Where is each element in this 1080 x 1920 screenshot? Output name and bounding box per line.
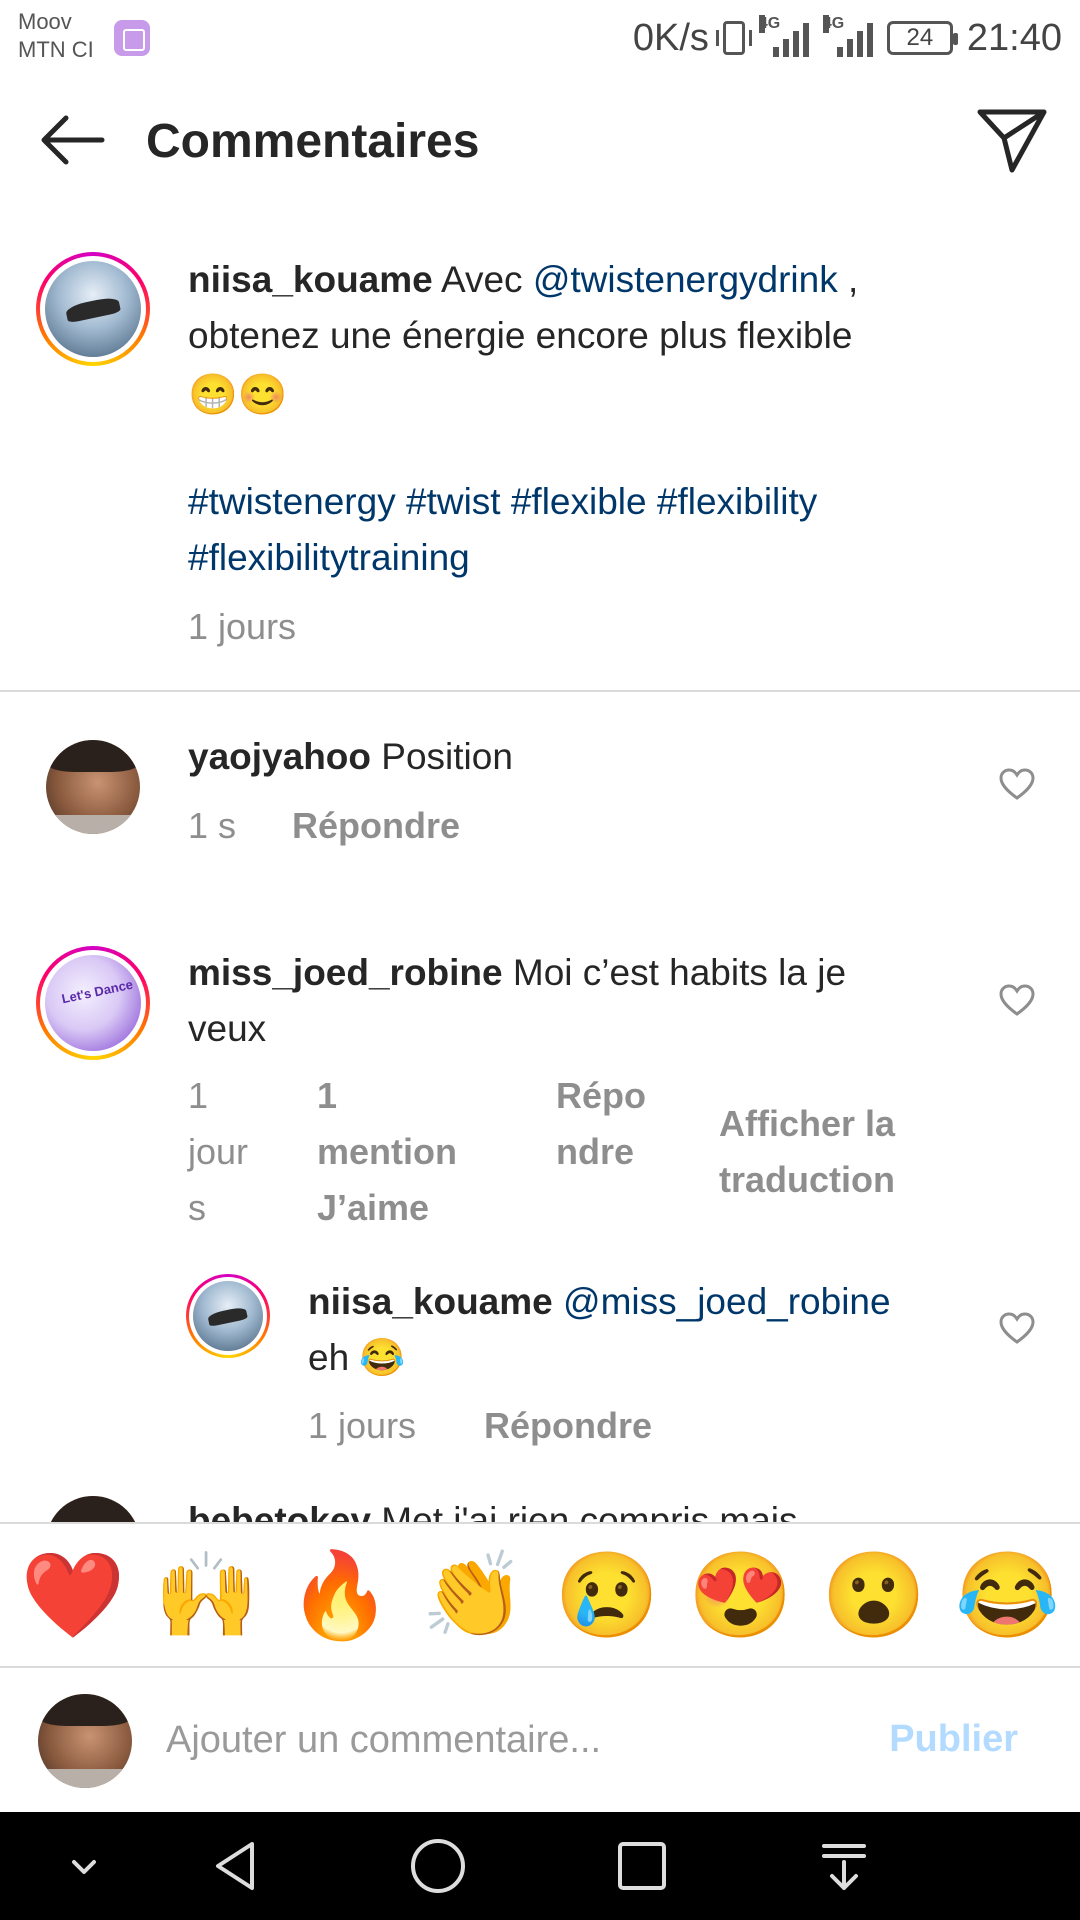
avatar[interactable]: Let's Dance: [36, 946, 150, 1060]
reply-mention[interactable]: @miss_joed_robine: [553, 1281, 891, 1322]
notification-pull-icon[interactable]: [812, 1834, 876, 1898]
emoji-raising-hands[interactable]: 🙌: [151, 1545, 261, 1645]
emoji-tears-of-joy[interactable]: 😂: [952, 1545, 1062, 1645]
reply-line: ndre: [556, 1131, 635, 1172]
status-indicators: 0K/s 4G 4G 24 21:40: [633, 14, 1062, 62]
translate-line: traduction: [719, 1159, 895, 1200]
reply-button[interactable]: Répondre: [484, 1405, 652, 1447]
like-heart-icon[interactable]: [998, 767, 1036, 801]
comment-input[interactable]: [166, 1708, 846, 1772]
status-bar: Moov MTN CI 0K/s 4G 4G 24 21:40: [0, 0, 1080, 76]
translate-line: Afficher la: [719, 1103, 896, 1144]
carrier-label: Moov MTN CI: [18, 8, 94, 64]
caption-mention[interactable]: @twistenergydrink: [533, 259, 838, 300]
post-caption: niisa_kouame Avec @twistenergydrink , ob…: [0, 226, 1080, 692]
likes-count[interactable]: 1 mention J’aime: [317, 1068, 457, 1236]
caption-text-after: ,: [837, 259, 859, 300]
reply-body: eh 😂: [308, 1337, 406, 1378]
emoji-clapping-hands[interactable]: 👏: [418, 1545, 528, 1645]
time-line: jour: [188, 1131, 249, 1172]
caption-text-before: Avec: [432, 259, 533, 300]
emoji-quick-bar: ❤️ 🙌 🔥 👏 😢 😍 😮 😂: [0, 1522, 1080, 1668]
comment-text: bebetokey Met j'ai rien compris mais: [188, 1493, 1048, 1522]
network-type-1: 4G: [758, 15, 781, 33]
comment-time: 1 s: [188, 805, 237, 846]
emoji-crying-face[interactable]: 😢: [552, 1545, 662, 1645]
net-speed: 0K/s: [632, 16, 709, 59]
likes-line: J’aime: [317, 1187, 430, 1228]
gallery-notification-icon: [114, 20, 150, 56]
caption-avatar[interactable]: [36, 252, 150, 366]
home-circle-icon[interactable]: [406, 1834, 470, 1898]
comment-username[interactable]: miss_joed_robine: [188, 952, 503, 993]
like-heart-icon[interactable]: [998, 1311, 1036, 1345]
comment-body: Met j'ai rien compris mais: [371, 1500, 798, 1522]
reply-button[interactable]: Répondre: [292, 805, 460, 847]
signal-icon-1: 4G: [758, 15, 809, 57]
comment-time: 1 jour s: [188, 1068, 248, 1236]
emoji-red-heart[interactable]: ❤️: [18, 1545, 128, 1645]
comment-composer: Publier: [0, 1668, 1080, 1812]
avatar[interactable]: [46, 740, 140, 834]
caption-emojis: 😁😊: [188, 373, 288, 417]
signal-icon-2: 4G: [822, 15, 873, 57]
publish-button[interactable]: Publier: [889, 1718, 1018, 1761]
battery-icon: 24: [886, 21, 958, 55]
time-line: 1: [188, 1075, 209, 1116]
reply-text: niisa_kouame @miss_joed_robine eh 😂: [308, 1274, 988, 1386]
back-button[interactable]: [32, 110, 112, 170]
emoji-surprised-face[interactable]: 😮: [819, 1545, 929, 1645]
header: Commentaires: [0, 76, 1080, 206]
comment-username[interactable]: bebetokey: [188, 1500, 371, 1522]
caption-time: 1 jours: [188, 606, 297, 647]
vibrate-icon: [715, 21, 752, 55]
reply-line: Répo: [556, 1075, 646, 1116]
caption-text: niisa_kouame Avec @twistenergydrink , ob…: [188, 252, 1028, 586]
reply-time: 1 jours: [308, 1405, 417, 1446]
comment-text: miss_joed_robine Moi c’est habits la je …: [188, 945, 968, 1057]
reply-label: Répondre: [292, 805, 461, 846]
avatar[interactable]: [186, 1274, 270, 1358]
caption-line-2: obtenez une énergie encore plus flexible: [188, 315, 853, 356]
comment-body: Moi c’est habits la je: [502, 952, 847, 993]
like-heart-icon[interactable]: [998, 983, 1036, 1017]
system-nav-bar: [0, 1812, 1080, 1920]
comment-body-line-2: veux: [188, 1008, 267, 1049]
avatar[interactable]: [46, 1496, 140, 1522]
reply-button[interactable]: Répo ndre: [556, 1068, 646, 1180]
emoji-fire[interactable]: 🔥: [285, 1545, 395, 1645]
likes-line: mention: [317, 1131, 457, 1172]
chevron-down-icon[interactable]: [52, 1834, 116, 1898]
recents-square-icon[interactable]: [610, 1834, 674, 1898]
emoji-heart-eyes[interactable]: 😍: [685, 1545, 795, 1645]
reply-label: Répondre: [484, 1405, 653, 1446]
comment-username[interactable]: yaojyahoo: [188, 736, 371, 777]
hashtags-line-2[interactable]: #flexibilitytraining: [188, 530, 1028, 586]
time-line: s: [188, 1187, 206, 1228]
reply-username[interactable]: niisa_kouame: [308, 1281, 553, 1322]
page-title: Commentaires: [146, 115, 480, 168]
carrier-line-2: MTN CI: [18, 37, 94, 62]
clock: 21:40: [966, 16, 1062, 59]
comment-body: Position: [371, 736, 513, 777]
comment-text: yaojyahoo Position: [188, 729, 968, 785]
translate-button[interactable]: Afficher la traduction: [719, 1096, 895, 1208]
hashtags-line-1[interactable]: #twistenergy #twist #flexible #flexibili…: [188, 474, 1028, 530]
paper-plane-icon: [977, 109, 1047, 173]
caption-username[interactable]: niisa_kouame: [188, 259, 433, 300]
my-avatar: [38, 1694, 132, 1788]
carrier-line-1: Moov: [18, 9, 72, 34]
share-button[interactable]: [974, 104, 1050, 176]
partial-comment: bebetokey Met j'ai rien compris mais: [0, 1480, 1080, 1522]
back-triangle-icon[interactable]: [204, 1834, 268, 1898]
arrow-left-icon: [41, 115, 105, 165]
network-type-2: 4G: [822, 15, 845, 33]
avatar-text: Let's Dance: [60, 976, 135, 1007]
likes-line: 1: [317, 1075, 338, 1116]
